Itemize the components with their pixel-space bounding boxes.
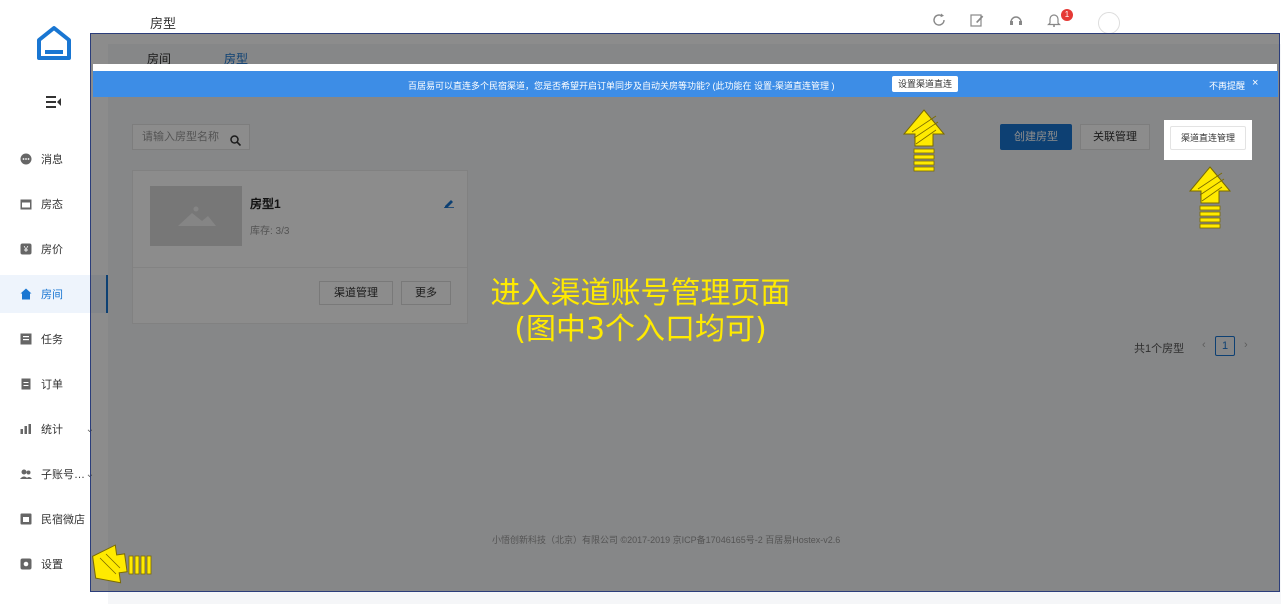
sidebar-item-label: 房价 [41, 244, 63, 256]
direct-connect-highlight: 渠道直连管理 [1164, 120, 1252, 160]
sidebar-item-label: 民宿微店 [41, 514, 85, 526]
collapse-menu-icon[interactable] [46, 95, 62, 114]
refresh-icon[interactable] [932, 13, 946, 27]
users-icon [20, 468, 32, 480]
annotation-line-1: 进入渠道账号管理页面 [490, 276, 791, 311]
avatar[interactable] [1098, 12, 1120, 34]
sidebar-item-label: 统计 [41, 424, 63, 436]
settings-icon [20, 558, 32, 570]
shop-icon [20, 513, 32, 525]
sidebar-item-label: 订单 [41, 379, 63, 391]
headset-icon[interactable] [1009, 13, 1023, 27]
price-icon: ¥ [20, 243, 32, 255]
sidebar-item-label: 消息 [41, 154, 63, 166]
close-icon[interactable]: × [1252, 77, 1258, 89]
direct-connect-button[interactable]: 渠道直连管理 [1170, 126, 1246, 150]
banner-message: 百居易可以直连多个民宿渠道，您是否希望开启订单同步及自动关房等功能? (此功能在… [408, 81, 835, 91]
stats-icon [20, 423, 32, 435]
banner-highlight [93, 64, 1277, 71]
arrow-up-icon [1186, 165, 1234, 234]
order-icon [20, 378, 32, 390]
annotation-line-2: (图中3个入口均可) [514, 312, 767, 347]
page-title: 房型 [150, 16, 177, 31]
svg-text:¥: ¥ [23, 245, 29, 254]
sidebar-item-label: 房态 [41, 199, 63, 211]
calendar-icon [20, 198, 32, 210]
set-channel-button[interactable]: 设置渠道直连 [892, 76, 959, 92]
message-icon [20, 153, 32, 165]
sidebar-item-label: 设置 [41, 559, 63, 571]
sidebar-item-label: 子账号… [41, 469, 85, 481]
logo-icon[interactable] [35, 24, 73, 67]
arrow-up-icon [900, 108, 948, 177]
channel-banner: 百居易可以直连多个民宿渠道，您是否希望开启订单同步及自动关房等功能? (此功能在… [93, 71, 1278, 97]
notification-badge: 1 [1061, 9, 1073, 21]
bell-icon[interactable] [1047, 13, 1061, 27]
arrow-left-icon [92, 544, 158, 591]
no-remind-link[interactable]: 不再提醒 [1209, 79, 1245, 92]
edit-note-icon[interactable] [970, 13, 984, 27]
